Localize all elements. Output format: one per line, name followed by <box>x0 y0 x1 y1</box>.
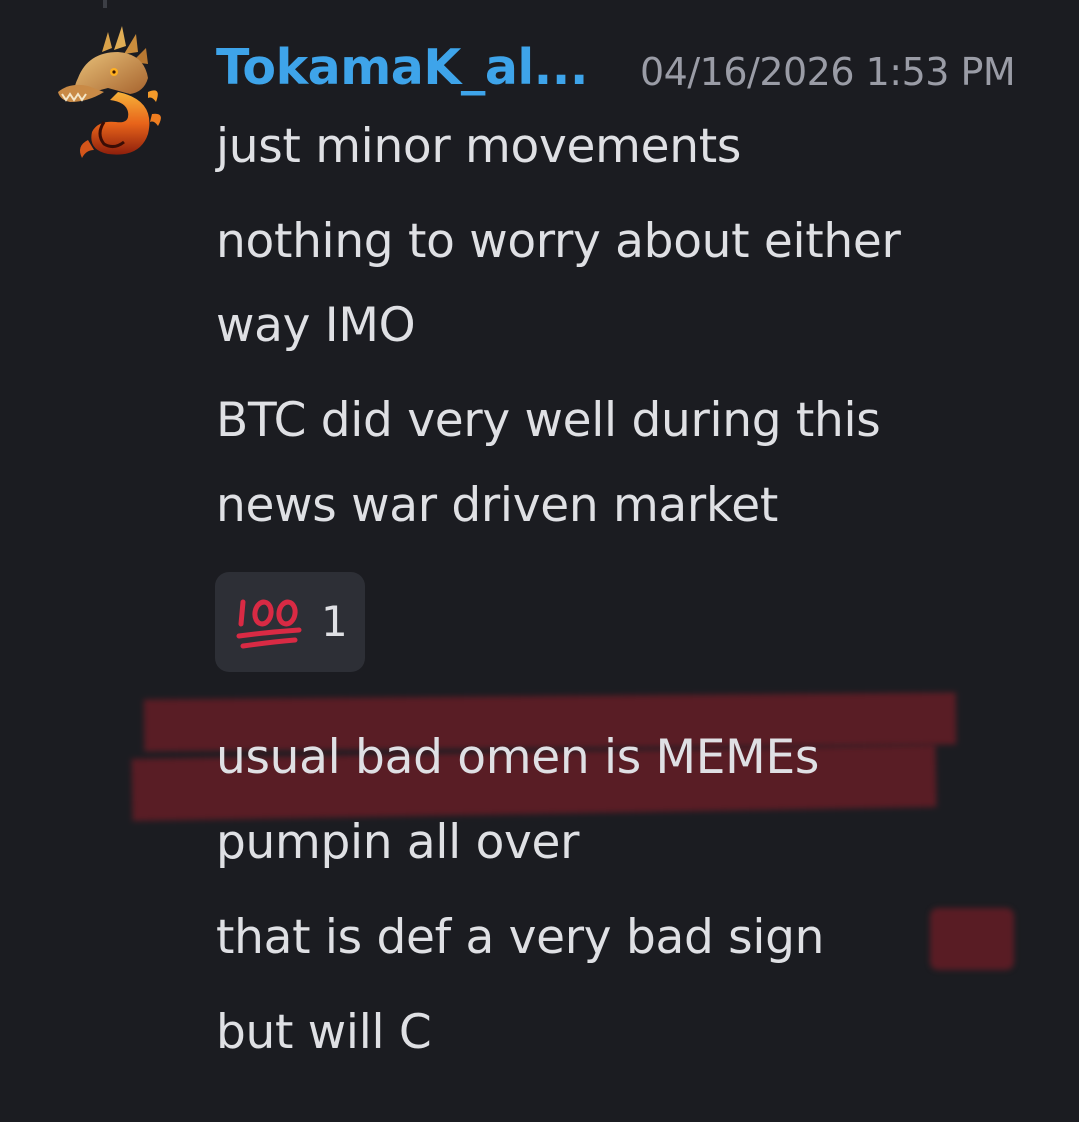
message-line: just minor movements <box>216 119 742 174</box>
avatar[interactable] <box>48 22 166 162</box>
message-line: but will C <box>216 1005 432 1060</box>
message-line: nothing to worry about either <box>216 214 901 269</box>
message-line: way IMO <box>216 298 416 353</box>
message-line: usual bad omen is MEMEs <box>216 730 820 785</box>
reaction-count: 1 <box>321 597 348 646</box>
dragon-avatar-icon <box>58 26 161 158</box>
message-line: pumpin all over <box>216 815 580 870</box>
username[interactable]: TokamaK_al... <box>216 36 589 100</box>
message-timestamp: 04/16/2026 1:53 PM <box>640 50 1016 94</box>
hundred-points-icon <box>236 599 302 649</box>
message-line: BTC did very well during this <box>216 393 881 448</box>
top-divider-tick <box>103 0 107 8</box>
message-line: that is def a very bad sign <box>216 910 825 965</box>
marker-highlight <box>930 908 1014 970</box>
reaction-hundred-points[interactable]: 1 <box>215 572 365 672</box>
message-line: news war driven market <box>216 478 778 533</box>
